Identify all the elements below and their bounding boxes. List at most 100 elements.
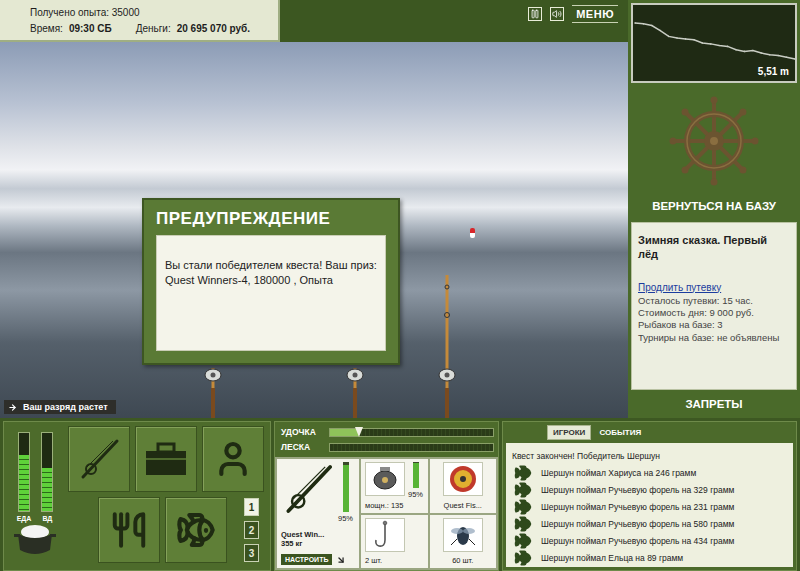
fish-icon [514, 515, 532, 533]
fork-knife-icon [110, 511, 148, 549]
depth-point [659, 30, 661, 32]
fisherman-button[interactable] [202, 426, 264, 492]
bait-icon [448, 521, 478, 549]
feed-item: Шершун поймал Ручьевую форель на 580 гра… [512, 515, 787, 532]
reel-wear-fill [413, 463, 419, 488]
sound-icon [552, 9, 562, 19]
line-cell[interactable]: Quest Fis... [430, 459, 497, 513]
depth-point [634, 22, 636, 24]
fishing-rod-icon[interactable] [203, 368, 223, 418]
fishing-scene[interactable]: ПРЕДУПРЕЖДЕНИЕВы стали победителем квест… [0, 42, 628, 418]
feed-item: Шершун поймал Ручьевую форель на 329 гра… [512, 481, 787, 498]
bans-button[interactable]: ЗАПРЕТЫ [628, 390, 800, 418]
tackle-box-button[interactable] [135, 426, 197, 492]
need-fill [19, 455, 29, 511]
reel-cell[interactable]: 95%мощн.: 135 [361, 459, 428, 513]
depth-point [702, 42, 704, 44]
rod-slot[interactable]: 2 [244, 521, 259, 539]
fish-keepnet-button[interactable] [165, 497, 227, 563]
feed-text: Шершун поймал Ручьевую форель на 580 гра… [541, 519, 734, 529]
needs: ЕДА ВД [4, 422, 66, 570]
hook-cell[interactable]: 2 шт. [361, 515, 428, 569]
tackle-box-icon [143, 439, 189, 479]
button-row [68, 426, 266, 492]
feed-text: Шершун поймал Хариуса на 246 грамм [541, 468, 696, 478]
base-title: Зимняя сказка. Первый лёд [638, 233, 790, 262]
experience: Получено опыта: 35000 [30, 7, 266, 18]
depth-point [794, 58, 796, 60]
bait-picture [443, 518, 483, 552]
rods-button[interactable] [68, 426, 130, 492]
return-to-base-button[interactable]: ВЕРНУТЬСЯ НА БАЗУ [628, 197, 800, 215]
food-button[interactable] [98, 497, 160, 563]
need-track [41, 432, 53, 512]
hook-picture [365, 518, 405, 552]
rod-icon [281, 462, 335, 516]
rod-wear-track [343, 462, 349, 512]
depth-point [786, 56, 788, 58]
extend-permit-link[interactable]: Продлить путевку [638, 282, 790, 293]
top-bar: Получено опыта: 35000 Время:09:30 СБДеньг… [0, 0, 628, 42]
depth-point [651, 25, 653, 27]
reel-wear-value: 95% [408, 490, 423, 499]
arrow-icon [334, 552, 348, 566]
feed-panel: ИГРОКИСОБЫТИЯКвест закончен! Победитель … [502, 421, 797, 571]
money-label: Деньги: [136, 23, 171, 34]
hook-icon [373, 520, 397, 550]
reel-icon [370, 465, 400, 493]
setup-button[interactable]: НАСТРОИТЬ [281, 554, 355, 565]
rank-notice[interactable]: Ваш разряд растет [4, 400, 116, 414]
depth-point [643, 23, 645, 25]
tension-label: УДОЧКА [281, 427, 325, 437]
fishing-rod-icon[interactable] [345, 368, 365, 418]
player-info: Получено опыта: 35000 Время:09:30 СБДеньг… [0, 0, 280, 42]
setup-label[interactable]: НАСТРОИТЬ [281, 554, 332, 565]
rod-slot[interactable]: 3 [244, 544, 259, 562]
depth-point [676, 37, 678, 39]
rod-details: Quest Win...355 кг [281, 530, 324, 548]
depth-point [735, 49, 737, 51]
feed-item: Шершун поймал Ручьевую форель на 434 гра… [512, 532, 787, 549]
ship-wheel-icon[interactable] [668, 95, 760, 187]
rod-slot[interactable]: 1 [244, 498, 259, 516]
feed-text: Шершун поймал Ельца на 89 грамм [541, 553, 683, 563]
tension-row: УДОЧКА [281, 427, 494, 437]
time-money: Время:09:30 СБДеньги:20 695 070 руб. [30, 23, 266, 34]
feed-tab[interactable]: ИГРОКИ [547, 425, 591, 440]
line-picture [443, 462, 483, 496]
tension-meters: УДОЧКА ЛЕСКА [275, 422, 498, 457]
base-detail: Турниры на базе: не объявлены [638, 332, 790, 344]
depth-point [761, 52, 763, 54]
reel-picture [365, 462, 405, 496]
depth-point [769, 54, 771, 56]
feed-item: Шершун поймал Ручьевую форель на 231 гра… [512, 498, 787, 515]
action-buttons: 1 2 3 [66, 422, 270, 570]
rod-cell-top: 95% [281, 462, 355, 523]
reel-cell-top: 95% [365, 462, 424, 499]
pause-button[interactable] [528, 7, 542, 21]
need-meter: ЕДА [17, 432, 32, 522]
rod-cell[interactable]: 95% Quest Win...355 кг НАСТРОИТЬ [277, 459, 359, 568]
tension-label: ЛЕСКА [281, 442, 325, 452]
helm-area [628, 85, 800, 197]
button-row: 1 2 3 [68, 497, 266, 563]
fishing-rod-icon[interactable] [437, 275, 457, 418]
feed-text: Шершун поймал Ручьевую форель на 434 гра… [541, 536, 734, 546]
depth-point [744, 51, 746, 53]
feed-tab[interactable]: СОБЫТИЯ [593, 425, 647, 440]
base-detail: Стоимость дня: 9 000 руб. [638, 307, 790, 319]
tension-marker [355, 427, 363, 437]
bait-cell[interactable]: 60 шт. [430, 515, 497, 569]
reel-wear: 95% [408, 462, 423, 499]
main-area: Получено опыта: 35000 Время:09:30 СБДеньг… [0, 0, 628, 418]
tackle-panel: УДОЧКА ЛЕСКА 95% Quest Win...355 кг НАСТРОИТ… [274, 421, 499, 571]
feed-item: Шершун поймал Ельца на 89 грамм [512, 549, 787, 566]
rod-slots: 1 2 3 [244, 497, 259, 563]
menu-button[interactable]: МЕНЮ [572, 5, 618, 23]
hook-count: 2 шт. [365, 556, 382, 565]
sound-button[interactable] [550, 7, 564, 21]
depth-point [777, 55, 779, 57]
need-label: ВД [42, 515, 52, 522]
depth-point [693, 39, 695, 41]
pot-icon[interactable] [12, 522, 58, 558]
